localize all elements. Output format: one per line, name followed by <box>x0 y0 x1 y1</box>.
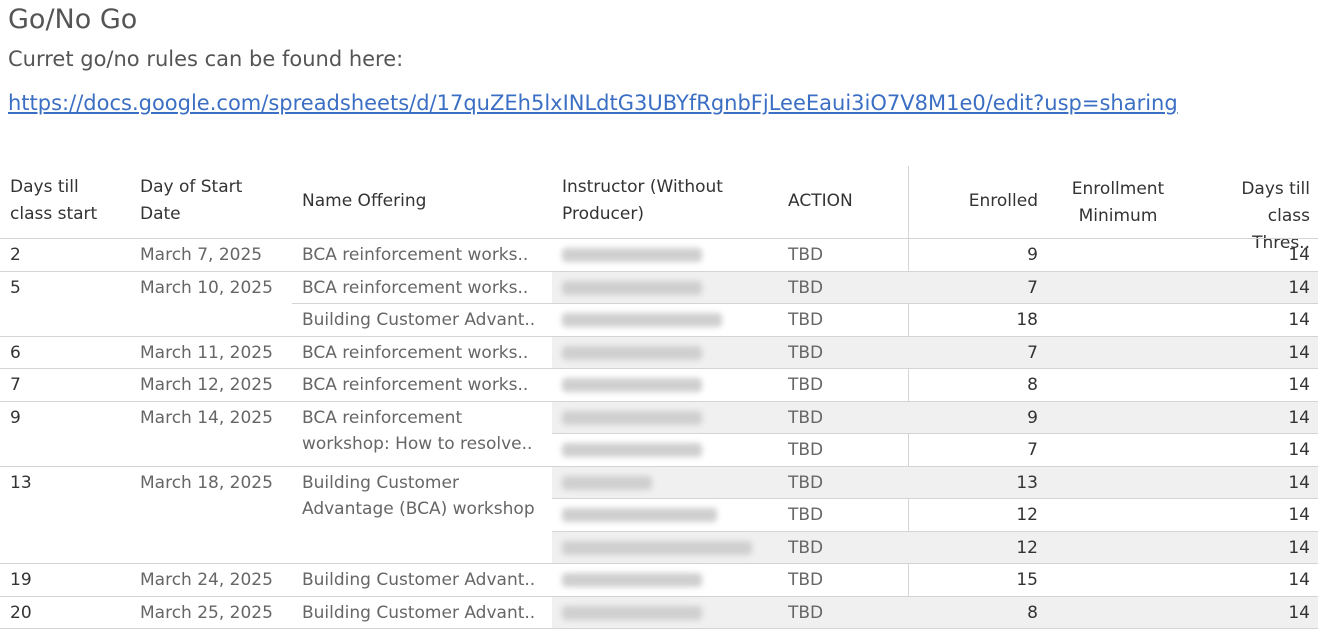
threshold-cell: 14 <box>1288 277 1310 298</box>
row-divider <box>292 303 1318 304</box>
enrolled-cell: 12 <box>1016 505 1038 525</box>
threshold-cell: 14 <box>1288 310 1310 330</box>
redacted-instructor-name <box>562 540 752 555</box>
redacted-instructor-name <box>562 573 702 587</box>
group-divider <box>0 465 1318 467</box>
days-till-class-start-cell: 2 <box>10 245 21 265</box>
threshold-cell: 14 <box>1288 505 1310 525</box>
group-divider <box>0 595 1318 597</box>
action-cell: TBD <box>788 407 824 428</box>
header-action[interactable]: ACTION <box>778 188 908 215</box>
redacted-instructor-name <box>562 410 702 425</box>
threshold-cell: 14 <box>1288 472 1310 493</box>
rules-description: Curret go/no rules can be found here: <box>8 47 404 71</box>
days-till-class-start-cell: 20 <box>10 602 32 623</box>
start-date-cell: March 25, 2025 <box>140 602 273 623</box>
name-offering-cell: BCA reinforcement workshop: How to resol… <box>302 407 533 454</box>
header-instructor[interactable]: Instructor (Without Producer) <box>552 174 778 228</box>
action-cell: TBD <box>788 375 824 395</box>
days-till-class-start-cell: 6 <box>10 342 21 363</box>
redacted-instructor-name <box>562 605 702 620</box>
header-enrolled[interactable]: Enrolled <box>908 188 1048 215</box>
group-divider <box>0 400 1318 402</box>
redacted-instructor-name <box>562 378 702 392</box>
enrolled-cell: 12 <box>1016 537 1038 558</box>
action-cell: TBD <box>788 602 824 623</box>
enrolled-cell: 9 <box>1027 407 1038 428</box>
group-divider <box>0 335 1318 337</box>
rules-spreadsheet-link[interactable]: https://docs.google.com/spreadsheets/d/1… <box>8 85 1248 122</box>
action-cell: TBD <box>788 440 824 460</box>
enrolled-cell: 8 <box>1027 602 1038 623</box>
enrolled-cell: 8 <box>1027 375 1038 395</box>
redacted-instructor-name <box>562 345 702 360</box>
action-cell: TBD <box>788 277 824 298</box>
redacted-instructor-name <box>562 248 702 262</box>
enrolled-cell: 18 <box>1016 310 1038 330</box>
start-date-cell: March 12, 2025 <box>140 375 273 395</box>
redacted-instructor-name <box>562 443 702 457</box>
start-date-cell: March 18, 2025 <box>140 472 273 493</box>
group-divider <box>0 628 1318 629</box>
threshold-cell: 14 <box>1288 570 1310 590</box>
threshold-cell: 14 <box>1288 602 1310 623</box>
threshold-cell: 14 <box>1288 407 1310 428</box>
action-cell: TBD <box>788 505 824 525</box>
enrolled-cell: 7 <box>1027 440 1038 460</box>
group-divider <box>0 368 1318 369</box>
action-cell: TBD <box>788 537 824 558</box>
threshold-cell: 14 <box>1288 245 1310 265</box>
days-till-class-start-cell: 7 <box>10 375 21 395</box>
name-offering-cell: Building Customer Advant.. <box>302 570 536 590</box>
action-cell: TBD <box>788 472 824 493</box>
enrolled-cell: 13 <box>1016 472 1038 493</box>
days-till-class-start-cell: 5 <box>10 277 21 298</box>
name-offering-cell: BCA reinforcement works.. <box>302 245 529 265</box>
name-offering-cell: BCA reinforcement works.. <box>302 277 529 298</box>
start-date-cell: March 14, 2025 <box>140 407 273 428</box>
page-title: Go/No Go <box>8 4 138 35</box>
days-till-class-start-cell: 9 <box>10 407 21 428</box>
header-day-of-start-date[interactable]: Day of Start Date <box>130 174 292 228</box>
start-date-cell: March 10, 2025 <box>140 277 273 298</box>
enrolled-cell: 7 <box>1027 342 1038 363</box>
action-cell: TBD <box>788 342 824 363</box>
start-date-cell: March 7, 2025 <box>140 245 263 265</box>
header-divider <box>0 238 1318 239</box>
start-date-cell: March 11, 2025 <box>140 342 273 363</box>
threshold-cell: 14 <box>1288 440 1310 460</box>
name-offering-cell: BCA reinforcement works.. <box>302 342 529 363</box>
group-divider <box>0 563 1318 564</box>
enrolled-cell: 7 <box>1027 277 1038 298</box>
threshold-cell: 14 <box>1288 537 1310 558</box>
days-till-class-start-cell: 13 <box>10 472 32 493</box>
name-offering-cell: Building Customer Advant.. <box>302 310 536 330</box>
enrolled-cell: 15 <box>1016 570 1038 590</box>
redacted-instructor-name <box>562 313 722 327</box>
threshold-cell: 14 <box>1288 375 1310 395</box>
go-no-go-dashboard: Go/No Go Curret go/no rules can be found… <box>0 0 1336 644</box>
threshold-cell: 14 <box>1288 342 1310 363</box>
header-days-till-class-start[interactable]: Days till class start <box>0 174 130 228</box>
group-divider <box>0 270 1318 272</box>
row-divider <box>552 433 1318 434</box>
name-offering-cell: Building Customer Advant.. <box>302 602 536 623</box>
action-cell: TBD <box>788 310 824 330</box>
enrolled-cell: 9 <box>1027 245 1038 265</box>
redacted-instructor-name <box>562 475 652 490</box>
redacted-instructor-name <box>562 508 717 522</box>
name-offering-cell: BCA reinforcement works.. <box>302 375 529 395</box>
row-divider <box>552 530 1318 532</box>
days-till-class-start-cell: 19 <box>10 570 32 590</box>
go-no-go-table: Days till class start Day of Start Date … <box>0 166 1318 629</box>
header-name-offering[interactable]: Name Offering <box>292 188 556 215</box>
start-date-cell: March 24, 2025 <box>140 570 273 590</box>
action-cell: TBD <box>788 245 824 265</box>
header-enrollment-minimum[interactable]: Enrollment Minimum <box>1048 176 1188 230</box>
redacted-instructor-name <box>562 280 702 295</box>
row-divider <box>552 498 1318 499</box>
name-offering-cell: Building Customer Advantage (BCA) worksh… <box>302 472 535 519</box>
action-cell: TBD <box>788 570 824 590</box>
